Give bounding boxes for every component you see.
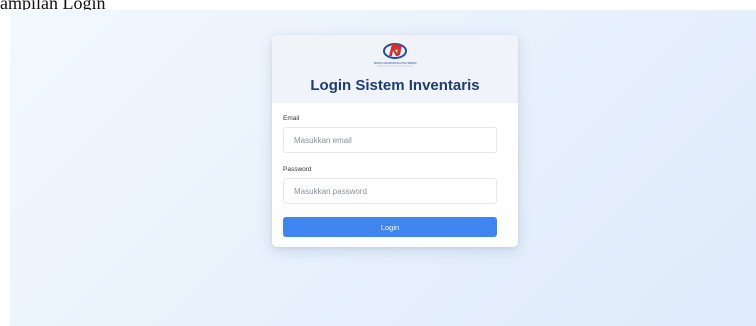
email-field[interactable] xyxy=(283,127,497,153)
login-form: Email Password Login xyxy=(272,103,518,237)
password-label: Password xyxy=(283,166,312,173)
logo-tagline: TEKNIK INFORMATIKA POLITEKNIK xyxy=(373,61,417,67)
login-page: TEKNIK INFORMATIKA POLITEKNIK Login Sist… xyxy=(10,10,756,326)
logo-tagline-text: TEKNIK INFORMATIKA POLITEKNIK xyxy=(373,61,417,65)
institution-logo: TEKNIK INFORMATIKA POLITEKNIK xyxy=(355,41,435,69)
login-card: TEKNIK INFORMATIKA POLITEKNIK Login Sist… xyxy=(272,35,518,247)
page-title: Login Sistem Inventaris xyxy=(310,77,480,94)
email-label: Email xyxy=(283,115,300,122)
login-button[interactable]: Login xyxy=(283,217,497,237)
email-group: Email xyxy=(283,115,507,153)
login-card-header: TEKNIK INFORMATIKA POLITEKNIK Login Sist… xyxy=(272,35,518,103)
logo-emblem-icon xyxy=(383,43,407,59)
password-field[interactable] xyxy=(283,178,497,204)
password-group: Password xyxy=(283,166,507,204)
